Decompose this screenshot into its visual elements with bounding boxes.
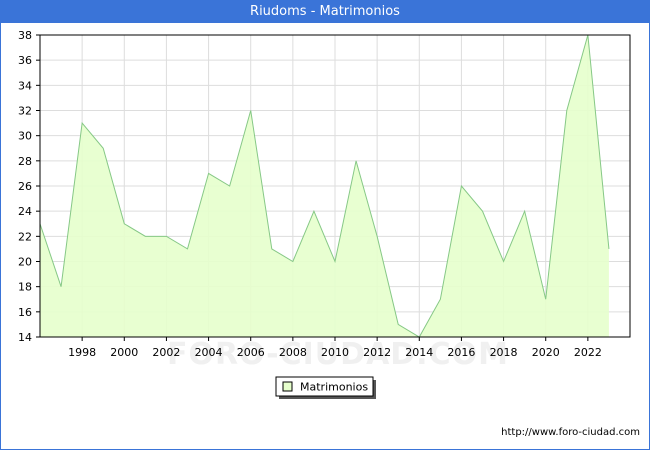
y-tick-label: 38 — [18, 29, 32, 42]
y-tick-label: 28 — [18, 155, 32, 168]
x-tick-label: 2014 — [405, 346, 433, 359]
x-tick-label: 2018 — [490, 346, 518, 359]
y-tick-label: 26 — [18, 180, 32, 193]
x-tick-label: 2006 — [237, 346, 265, 359]
y-tick-label: 22 — [18, 230, 32, 243]
x-tick-label: 2010 — [321, 346, 349, 359]
x-tick-label: 1998 — [68, 346, 96, 359]
legend-label: Matrimonios — [300, 381, 368, 394]
x-tick-label: 2022 — [574, 346, 602, 359]
x-tick-label: 2004 — [195, 346, 223, 359]
footer-url: http://www.foro-ciudad.com — [501, 427, 640, 438]
x-tick-label: 2008 — [279, 346, 307, 359]
y-tick-label: 14 — [18, 331, 32, 344]
x-axis: 1998 2000 2002 2004 2006 2008 2010 2012 2014 2016… — [68, 337, 602, 359]
x-tick-label: 2020 — [532, 346, 560, 359]
y-tick-label: 34 — [18, 79, 32, 92]
y-tick-label: 20 — [18, 256, 32, 269]
y-tick-label: 16 — [18, 306, 32, 319]
x-tick-label: 2012 — [363, 346, 391, 359]
y-tick-label: 18 — [18, 281, 32, 294]
x-tick-label: 2000 — [110, 346, 138, 359]
y-axis: 14 16 18 20 22 24 26 28 30 32 34 36 38 — [18, 29, 40, 344]
x-tick-label: 2002 — [152, 346, 180, 359]
y-tick-label: 24 — [18, 205, 32, 218]
y-tick-label: 30 — [18, 130, 32, 143]
chart-canvas: FORO-CIUDAD.COM 141618202224262830323436… — [18, 29, 631, 399]
legend: Matrimonios — [275, 376, 376, 399]
y-tick-label: 32 — [18, 105, 32, 118]
legend-swatch — [282, 381, 293, 392]
x-tick-label: 2016 — [447, 346, 475, 359]
y-tick-label: 36 — [18, 54, 32, 67]
